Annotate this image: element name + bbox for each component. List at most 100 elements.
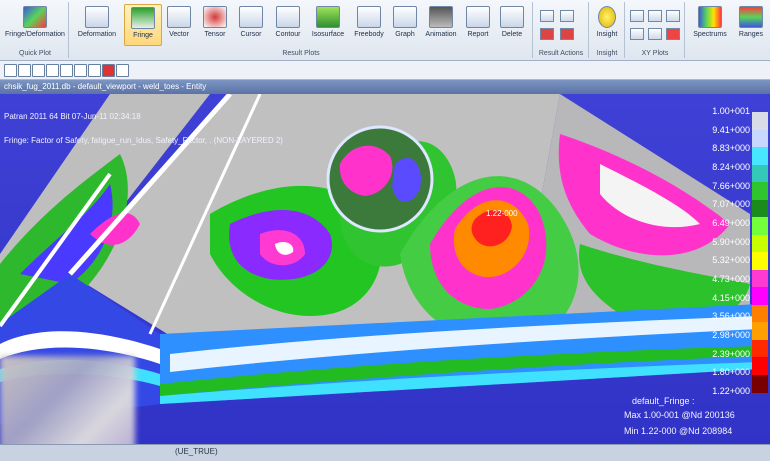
legend-swatch-3 xyxy=(752,147,768,165)
legend-label-12: 3.56+000 xyxy=(712,311,750,322)
fringe-deformation-button[interactable]: Fringe/Deformation xyxy=(4,4,66,44)
group-insight: Insight Insight xyxy=(590,2,625,58)
legend-swatch-7 xyxy=(752,217,768,235)
freebody-button[interactable]: Freebody xyxy=(350,4,388,44)
animation-button[interactable]: Animation xyxy=(422,4,460,44)
spectrums-label: Spectrums xyxy=(693,31,727,38)
ribbon-toolbar: Fringe/Deformation Quick Plot Deformatio… xyxy=(0,0,770,61)
legend-label-10: 4.73+000 xyxy=(712,274,750,284)
fringe-button[interactable]: Fringe xyxy=(124,4,162,46)
xy-icon-4[interactable] xyxy=(630,28,644,40)
contour-icon xyxy=(276,6,300,28)
viewport-title-bar: chsik_fug_2011.db - default_viewport - w… xyxy=(0,80,770,94)
vector-button[interactable]: Vector xyxy=(162,4,196,44)
status-text: (UE_TRUE) xyxy=(175,447,218,456)
cursor-button[interactable]: Cursor xyxy=(234,4,268,44)
delete-button[interactable]: Delete xyxy=(496,4,528,44)
freebody-label: Freebody xyxy=(354,31,384,38)
action-icon-1[interactable] xyxy=(540,10,554,22)
delete-label: Delete xyxy=(501,31,523,38)
ranges-button[interactable]: Ranges xyxy=(734,4,768,44)
vector-icon xyxy=(167,6,191,28)
spectrums-button[interactable]: Spectrums xyxy=(688,4,732,44)
legend-label-9: 5.32+000 xyxy=(712,255,750,266)
report-button[interactable]: Report xyxy=(462,4,494,44)
fringe-deformation-label: Fringe/Deformation xyxy=(5,31,65,38)
legend-swatch-14 xyxy=(752,339,768,358)
action-icon-4[interactable] xyxy=(560,28,574,40)
animation-label: Animation xyxy=(425,31,457,38)
tool-icon-3[interactable] xyxy=(32,64,45,77)
legend-label-7: 6.49+000 xyxy=(712,218,750,228)
legend-swatch-13 xyxy=(752,322,768,340)
xy-icon-2[interactable] xyxy=(648,10,662,22)
tool-icon-6[interactable] xyxy=(74,64,87,77)
animation-icon xyxy=(429,6,453,28)
tensor-button[interactable]: Tensor xyxy=(198,4,232,44)
lightbulb-icon xyxy=(598,6,616,28)
group-quick-plot: Fringe/Deformation Quick Plot xyxy=(2,2,69,58)
action-icon-2[interactable] xyxy=(560,10,574,22)
deformation-button[interactable]: Deformation xyxy=(72,4,122,44)
xy-icon-1[interactable] xyxy=(630,10,644,22)
insight-button[interactable]: Insight xyxy=(591,4,623,44)
group-label-result-plots: Result Plots xyxy=(282,50,320,57)
graph-label: Graph xyxy=(395,31,415,38)
fringe-legend xyxy=(752,112,768,393)
legend-label-16: 1.22+000 xyxy=(712,386,750,396)
graph-button[interactable]: Graph xyxy=(390,4,420,44)
delete-icon xyxy=(500,6,524,28)
tensor-label: Tensor xyxy=(204,31,226,38)
fringe-label: Fringe xyxy=(133,32,153,39)
group-xy-plots: XY Plots xyxy=(626,2,685,58)
group-label-insight: Insight xyxy=(596,50,618,57)
contour-button[interactable]: Contour xyxy=(270,4,306,44)
legend-label-8: 5.90+000 xyxy=(712,236,750,247)
tool-icon-4[interactable] xyxy=(46,64,59,77)
report-icon xyxy=(466,6,490,28)
ranges-label: Ranges xyxy=(738,31,764,38)
status-bar: (UE_TRUE) xyxy=(0,444,770,461)
freebody-icon xyxy=(357,6,381,28)
vector-label: Vector xyxy=(169,31,189,38)
tool-icon-2[interactable] xyxy=(18,64,31,77)
legend-label-4: 8.24+000 xyxy=(712,162,750,172)
legend-label-3: 8.83+000 xyxy=(712,143,750,154)
legend-max: Max 1.00-001 @Nd 200136 xyxy=(624,410,735,420)
graph-icon xyxy=(393,6,417,28)
view-toolbar xyxy=(0,61,770,80)
probe-value: 1.22-000 xyxy=(486,209,518,218)
tool-icon-1[interactable] xyxy=(4,64,17,77)
legend-swatch-11 xyxy=(752,287,768,305)
action-icon-3[interactable] xyxy=(540,28,554,40)
fringe-deformation-icon xyxy=(23,6,47,28)
legend-swatch-4 xyxy=(752,164,768,183)
legend-swatch-6 xyxy=(752,199,768,218)
xy-icon-3[interactable] xyxy=(666,10,680,22)
legend-title: default_Fringe : xyxy=(632,396,695,406)
group-label-quick-plot: Quick Plot xyxy=(19,50,51,57)
legend-min: Min 1.22-000 @Nd 208984 xyxy=(624,426,733,436)
legend-label-5: 7.66+000 xyxy=(712,180,750,191)
isosurface-label: Isosurface xyxy=(311,31,345,38)
tool-icon-5[interactable] xyxy=(60,64,73,77)
group-extra: Spectrums Ranges xyxy=(686,2,770,58)
isosurface-button[interactable]: Isosurface xyxy=(308,4,348,44)
legend-swatch-8 xyxy=(752,234,768,253)
tool-icon-7[interactable] xyxy=(88,64,101,77)
legend-label-15: 1.80+000 xyxy=(712,367,750,378)
contour-label: Contour xyxy=(275,31,301,38)
group-result-actions: Result Actions xyxy=(534,2,589,58)
xy-icon-5[interactable] xyxy=(648,28,662,40)
group-label-result-actions: Result Actions xyxy=(538,50,584,57)
insight-label: Insight xyxy=(596,31,618,38)
legend-swatch-5 xyxy=(752,182,768,200)
tool-icon-9[interactable] xyxy=(116,64,129,77)
xy-icon-6[interactable] xyxy=(666,28,680,40)
cursor-label: Cursor xyxy=(240,31,262,38)
fringe-description-text: Fringe: Factor of Safety, fatigue_run_Id… xyxy=(4,136,283,145)
cursor-icon xyxy=(239,6,263,28)
tool-icon-8[interactable] xyxy=(102,64,115,77)
legend-swatch-16 xyxy=(752,374,768,393)
legend-label-2: 9.41+000 xyxy=(712,124,750,135)
